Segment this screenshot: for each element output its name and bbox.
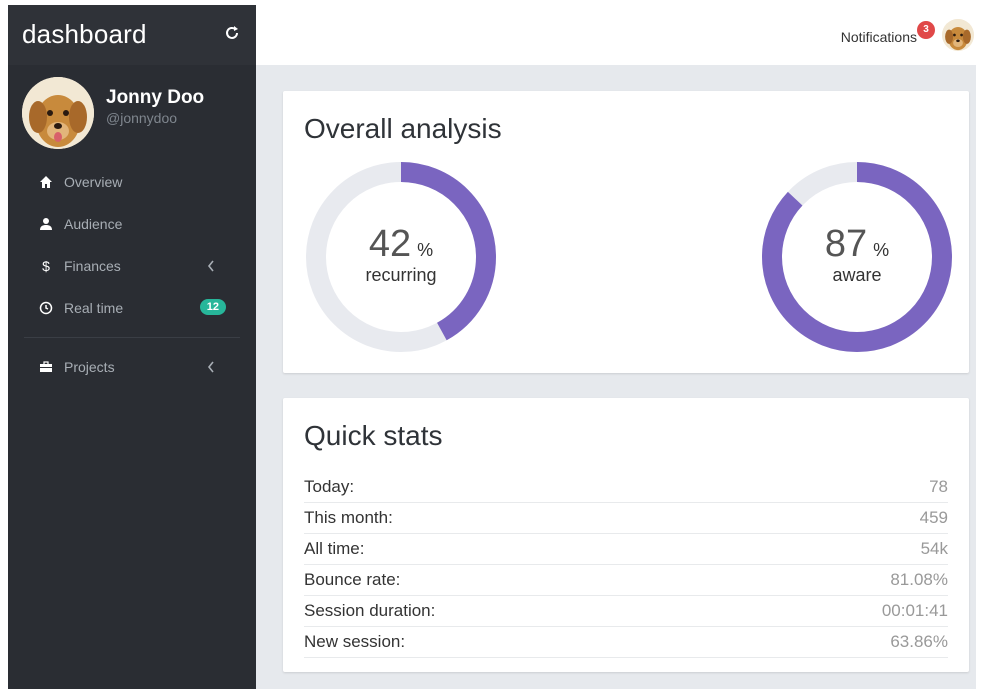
profile-handle: @jonnydoo bbox=[106, 110, 178, 126]
profile-name: Jonny Doo bbox=[106, 87, 205, 108]
sidebar-item-label: Real time bbox=[64, 300, 124, 316]
stat-label: All time: bbox=[304, 539, 365, 558]
notifications-count-badge: 3 bbox=[917, 21, 935, 39]
user-avatar[interactable] bbox=[942, 19, 974, 51]
dollar-icon: $ bbox=[42, 258, 50, 274]
notifications-link[interactable]: Notifications bbox=[841, 29, 917, 45]
percent-sign: % bbox=[417, 240, 434, 260]
aware-donut: 87% aware bbox=[757, 157, 957, 357]
stat-label: New session: bbox=[304, 632, 406, 651]
stat-value: 63.86% bbox=[890, 632, 948, 651]
sidebar-item-finances[interactable]: $ Finances bbox=[8, 245, 256, 287]
stat-value: 459 bbox=[919, 508, 948, 527]
stat-value: 54k bbox=[920, 539, 948, 558]
panel-title: Quick stats bbox=[304, 420, 443, 451]
panel-title: Overall analysis bbox=[304, 113, 502, 144]
stat-row: This month: 459 bbox=[304, 503, 948, 534]
stat-row: Session duration: 00:01:41 bbox=[304, 596, 948, 627]
sidebar-item-label: Audience bbox=[64, 216, 123, 232]
percent-sign: % bbox=[873, 240, 890, 260]
recurring-percent: 42 bbox=[368, 223, 412, 265]
sidebar-item-label: Finances bbox=[64, 258, 121, 274]
aware-label: aware bbox=[832, 265, 882, 285]
clock-icon bbox=[38, 300, 54, 316]
stat-value: 81.08% bbox=[890, 570, 948, 589]
avatar[interactable] bbox=[22, 77, 94, 149]
user-icon bbox=[38, 216, 54, 232]
refresh-icon[interactable] bbox=[224, 25, 240, 41]
sidebar-item-real-time[interactable]: Real time 12 bbox=[8, 287, 256, 329]
aware-percent: 87 bbox=[824, 223, 868, 265]
chevron-left-icon bbox=[206, 259, 216, 273]
stat-row: All time: 54k bbox=[304, 534, 948, 565]
donut-value: 87% bbox=[757, 223, 957, 266]
nav-divider bbox=[24, 337, 240, 338]
realtime-count-badge: 12 bbox=[199, 299, 226, 315]
brand-bar: dashboard bbox=[8, 5, 256, 65]
stat-label: Bounce rate: bbox=[304, 570, 401, 589]
overall-analysis-panel: Overall analysis 42% recurring 87% aware bbox=[283, 91, 969, 373]
sidebar-item-overview[interactable]: Overview bbox=[8, 161, 256, 203]
quick-stats-panel: Quick stats Today: 78 This month: 459 Al… bbox=[283, 398, 969, 672]
stat-label: Today: bbox=[304, 477, 355, 496]
sidebar-item-projects[interactable]: Projects bbox=[8, 346, 256, 388]
stat-row: New session: 63.86% bbox=[304, 627, 948, 658]
stats-list: Today: 78 This month: 459 All time: 54k … bbox=[304, 472, 948, 658]
stat-value: 00:01:41 bbox=[881, 601, 948, 620]
home-icon bbox=[38, 174, 54, 190]
donut-value: 42% bbox=[301, 223, 501, 266]
sidebar-nav: Overview Audience $ Finances Real time 1… bbox=[8, 161, 256, 388]
sidebar-item-label: Overview bbox=[64, 174, 123, 190]
recurring-label: recurring bbox=[365, 265, 437, 285]
sidebar-item-audience[interactable]: Audience bbox=[8, 203, 256, 245]
recurring-donut: 42% recurring bbox=[301, 157, 501, 357]
sidebar: dashboard Jonny Doo @jonnydoo Overview A… bbox=[8, 5, 256, 689]
brand-title: dashboard bbox=[22, 19, 147, 49]
sidebar-item-label: Projects bbox=[64, 359, 115, 375]
stat-row: Today: 78 bbox=[304, 472, 948, 503]
stat-label: This month: bbox=[304, 508, 393, 527]
stat-value: 78 bbox=[929, 477, 948, 496]
briefcase-icon bbox=[38, 359, 54, 375]
topbar: Notifications 3 bbox=[256, 5, 976, 65]
stat-row: Bounce rate: 81.08% bbox=[304, 565, 948, 596]
app-frame: dashboard Jonny Doo @jonnydoo Overview A… bbox=[8, 5, 976, 689]
chevron-left-icon bbox=[206, 360, 216, 374]
profile: Jonny Doo @jonnydoo bbox=[8, 65, 256, 161]
stat-label: Session duration: bbox=[304, 601, 436, 620]
